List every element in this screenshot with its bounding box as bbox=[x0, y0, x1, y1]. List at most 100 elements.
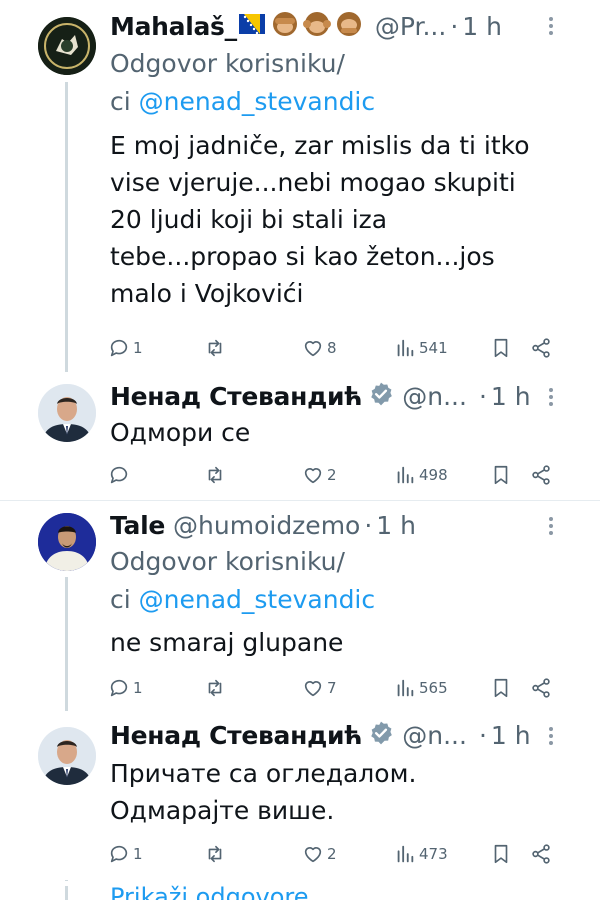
share-button[interactable] bbox=[530, 334, 552, 362]
views-count: 541 bbox=[419, 339, 448, 357]
like-count: 7 bbox=[327, 679, 337, 697]
thread-line bbox=[65, 82, 68, 372]
bookmark-icon bbox=[494, 844, 508, 864]
tweet[interactable]: Ненад Стевандић @n... · 1 h Одмори се 2 … bbox=[0, 372, 600, 500]
more-icon[interactable] bbox=[548, 724, 554, 748]
more-icon[interactable] bbox=[548, 14, 554, 38]
reply-prefix-2: ci bbox=[110, 585, 139, 614]
separator-dot: · bbox=[364, 510, 373, 540]
like-button[interactable]: 7 bbox=[302, 674, 337, 702]
tweet-text: ne smaraj glupane bbox=[110, 628, 344, 657]
tweet[interactable]: Mahalaš_ @Pr... · 1 h Odgovor korisniku/… bbox=[0, 0, 600, 372]
bookmark-button[interactable] bbox=[490, 461, 512, 489]
more-icon[interactable] bbox=[548, 514, 554, 538]
reply-button[interactable]: 1 bbox=[108, 674, 143, 702]
monkey-emoji bbox=[271, 10, 367, 42]
views-count: 498 bbox=[419, 466, 448, 484]
reply-count: 1 bbox=[133, 679, 143, 697]
views-button[interactable]: 498 bbox=[394, 461, 448, 489]
reply-button[interactable]: 1 bbox=[108, 840, 143, 868]
reply-button[interactable]: 1 bbox=[108, 334, 143, 362]
tweet-header: Ненад Стевандић @n... · 1 h bbox=[110, 378, 590, 414]
views-count: 473 bbox=[419, 845, 448, 863]
views-icon bbox=[397, 466, 414, 484]
tweet[interactable]: Tale @humoidzemo · 1 h Odgovor korisniku… bbox=[0, 501, 600, 711]
share-button[interactable] bbox=[530, 840, 552, 868]
separator-dot: · bbox=[450, 11, 459, 41]
thread-line bbox=[65, 886, 68, 900]
thread-line bbox=[65, 577, 68, 711]
share-icon bbox=[532, 338, 550, 358]
timestamp[interactable]: 1 h bbox=[462, 12, 502, 41]
verified-icon bbox=[368, 381, 394, 411]
reply-prefix: Odgovor korisniku/ bbox=[110, 547, 345, 576]
views-button[interactable]: 541 bbox=[394, 334, 448, 362]
user-handle[interactable]: @n... bbox=[402, 721, 467, 750]
bookmark-button[interactable] bbox=[490, 334, 512, 362]
show-replies-link[interactable]: Prikaži odgovore bbox=[110, 883, 309, 900]
display-name[interactable]: Tale bbox=[110, 511, 165, 540]
display-name[interactable]: Mahalaš_ bbox=[110, 12, 237, 41]
tweet-header: Ненад Стевандић @n... · 1 h bbox=[110, 717, 590, 753]
bookmark-button[interactable] bbox=[490, 840, 512, 868]
retweet-icon bbox=[208, 339, 222, 357]
reply-prefix: Odgovor korisniku/ bbox=[110, 49, 345, 78]
mention-link[interactable]: @nenad_stevandic bbox=[139, 585, 376, 614]
avatar-person-icon bbox=[38, 727, 96, 785]
thread-line bbox=[65, 880, 68, 881]
share-icon bbox=[532, 465, 550, 485]
reply-count: 1 bbox=[133, 845, 143, 863]
share-button[interactable] bbox=[530, 461, 552, 489]
mention-link[interactable]: @nenad_stevandic bbox=[139, 87, 376, 116]
like-count: 2 bbox=[327, 466, 337, 484]
like-icon bbox=[304, 847, 322, 863]
timestamp[interactable]: 1 h bbox=[376, 511, 416, 540]
action-bar: 1 8 541 bbox=[108, 334, 558, 362]
more-icon[interactable] bbox=[548, 385, 554, 409]
views-count: 565 bbox=[419, 679, 448, 697]
retweet-icon bbox=[208, 466, 222, 484]
avatar[interactable] bbox=[38, 384, 96, 442]
display-name[interactable]: Ненад Стевандић bbox=[110, 382, 363, 411]
reply-icon bbox=[110, 845, 128, 863]
share-button[interactable] bbox=[530, 674, 552, 702]
user-handle[interactable]: @n... bbox=[402, 382, 467, 411]
like-button[interactable]: 2 bbox=[302, 840, 337, 868]
retweet-icon bbox=[208, 679, 222, 697]
reply-count: 1 bbox=[133, 339, 143, 357]
retweet-button[interactable] bbox=[204, 840, 229, 868]
tweet-text: Причате са огледалом. Одмарајте више. bbox=[110, 759, 417, 825]
action-bar: 1 2 473 bbox=[108, 840, 558, 868]
timestamp[interactable]: 1 h bbox=[491, 721, 531, 750]
like-button[interactable]: 8 bbox=[302, 334, 337, 362]
flag-icon bbox=[238, 14, 265, 38]
avatar[interactable] bbox=[38, 17, 96, 75]
reply-context: Odgovor korisniku/ ci @nenad_stevandic bbox=[110, 543, 375, 619]
like-button[interactable]: 2 bbox=[302, 461, 337, 489]
retweet-button[interactable] bbox=[204, 334, 229, 362]
bookmark-icon bbox=[494, 678, 508, 698]
timestamp[interactable]: 1 h bbox=[491, 382, 531, 411]
like-icon bbox=[304, 341, 322, 357]
retweet-button[interactable] bbox=[204, 461, 229, 489]
like-icon bbox=[304, 681, 322, 697]
bookmark-button[interactable] bbox=[490, 674, 512, 702]
user-handle[interactable]: @Pr... bbox=[375, 12, 446, 41]
separator-dot: · bbox=[478, 720, 487, 750]
avatar-person-icon bbox=[38, 513, 96, 571]
reply-icon bbox=[110, 339, 128, 357]
views-button[interactable]: 565 bbox=[394, 674, 448, 702]
reply-icon bbox=[110, 466, 128, 484]
avatar[interactable] bbox=[38, 513, 96, 571]
user-handle[interactable]: @humoidzemo bbox=[173, 511, 360, 540]
reply-button[interactable] bbox=[108, 461, 133, 489]
avatar-person-icon bbox=[38, 384, 96, 442]
display-name[interactable]: Ненад Стевандић bbox=[110, 721, 363, 750]
tweet-text: E moj jadniče, zar mislis da ti itko vis… bbox=[110, 131, 530, 308]
retweet-button[interactable] bbox=[204, 674, 229, 702]
avatar[interactable] bbox=[38, 727, 96, 785]
views-button[interactable]: 473 bbox=[394, 840, 448, 868]
views-icon bbox=[397, 679, 414, 697]
tweet[interactable]: Ненад Стевандић @n... · 1 h Причате са о… bbox=[0, 711, 600, 881]
like-count: 8 bbox=[327, 339, 337, 357]
